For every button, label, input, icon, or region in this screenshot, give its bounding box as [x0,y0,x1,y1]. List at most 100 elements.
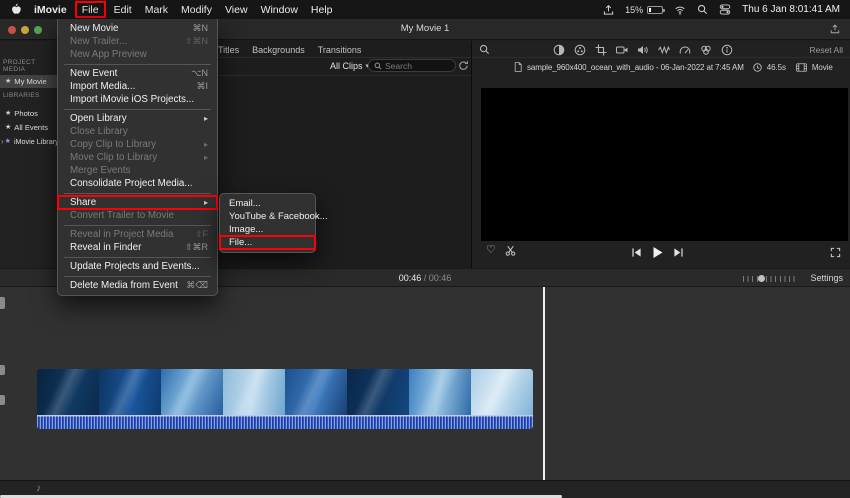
clip-thumbnail [347,369,409,415]
menubar-item-view[interactable]: View [225,4,248,16]
search-box [368,59,456,72]
clip-filter-dropdown[interactable]: All Clips ▾ [330,61,369,71]
menu-item-new-event[interactable]: New Event ⌥N [58,67,217,80]
clip-thumbnail [285,369,347,415]
menu-item-update-projects-and-events[interactable]: Update Projects and Events... [58,260,217,273]
clock-icon [753,62,762,72]
share-submenu: Email... YouTube & Facebook... Image... … [219,193,328,253]
volume-icon[interactable] [637,44,649,56]
color-correction-icon[interactable] [574,44,586,56]
search-input[interactable] [385,60,447,71]
wifi-icon[interactable] [674,5,686,15]
play-icon[interactable] [651,246,664,259]
sidebar-item-imovie-library[interactable]: › ★ iMovie Library [0,135,57,148]
color-balance-icon[interactable] [553,44,565,56]
timeline-video-clip[interactable] [37,369,533,415]
clip-info-row: sample_960x400_ocean_with_audio - 06-Jan… [514,62,833,72]
clip-thumbnail [409,369,471,415]
menu-item-convert-trailer-to-movie: Convert Trailer to Movie [70,210,174,221]
menu-item-new-movie[interactable]: New Movie ⌘N [58,22,217,35]
info-icon[interactable] [721,44,733,56]
menu-item-merge-events: Merge Events [70,165,131,176]
clip-thumbnail [37,369,99,415]
playhead[interactable] [543,287,545,480]
apple-menu-icon[interactable] [10,3,21,16]
filters-icon[interactable] [700,44,712,56]
menu-item-close-library: Close Library [70,126,128,137]
noise-reduction-icon[interactable] [658,44,670,56]
audio-waveform[interactable] [37,415,533,429]
skip-back-icon[interactable] [631,247,642,258]
menu-item-reveal-in-finder[interactable]: Reveal in Finder ⇧⌘R [58,241,217,254]
speed-icon[interactable] [679,44,691,56]
menu-item-import-media[interactable]: Import Media... ⌘I [58,80,217,93]
zoom-viewer-icon[interactable] [479,44,490,55]
menubar-item-mark[interactable]: Mark [145,4,168,16]
horizontal-scrollbar[interactable] [0,495,562,498]
imovie-app-window: iMovie File Edit Mark Modify View Window… [0,0,850,498]
star-icon: ★ [5,110,12,117]
tab-backgrounds[interactable]: Backgrounds [252,45,305,55]
sidebar: PROJECT MEDIA ★ My Movie LIBRARIES ★ Pho… [0,41,57,268]
submenu-item-youtube-facebook[interactable]: YouTube & Facebook... [220,210,328,223]
menu-item-share[interactable]: Share ▸ [57,195,218,210]
menu-item-delete-media-from-event[interactable]: Delete Media from Event ⌘⌫ [58,279,217,292]
menubar-item-imovie[interactable]: iMovie [34,4,67,16]
battery-indicator[interactable]: 15% [625,4,666,15]
submenu-arrow-icon: ▸ [203,153,208,162]
document-icon [514,62,522,72]
submenu-item-email[interactable]: Email... [220,197,315,210]
timeline-settings-button[interactable]: Settings [810,273,843,283]
music-note-icon: ♪ [36,483,41,494]
file-menu-dropdown: New Movie ⌘N New Trailer... ⇧⌘N New App Pr… [57,19,218,296]
favorite-heart-icon[interactable]: ♡ [486,245,496,256]
menu-bar: iMovie File Edit Mark Modify View Window… [0,0,850,19]
menu-item-open-library[interactable]: Open Library ▸ [58,112,217,125]
menubar-status-area: 15% Thu 6 Jan 8:01:41 AM [603,4,840,16]
fullscreen-icon[interactable] [830,247,841,258]
sidebar-item-my-movie[interactable]: ★ My Movie [0,75,57,88]
menu-item-copy-clip-to-library: Copy Clip to Library ▸ [70,139,208,150]
sidebar-section-libraries: LIBRARIES [3,92,40,99]
skip-forward-icon[interactable] [673,247,684,258]
media-kind-label: Movie [811,62,833,72]
crop-icon[interactable] [595,44,607,56]
menubar-item-help[interactable]: Help [311,4,333,16]
upload-status-icon[interactable] [603,4,614,16]
stabilization-icon[interactable] [616,44,628,56]
clip-duration: 46.5s [766,62,786,72]
menu-item-consolidate-project-media[interactable]: Consolidate Project Media... [58,177,217,190]
menu-item-import-ios-projects[interactable]: Import iMovie iOS Projects... [58,93,217,106]
menubar-item-file[interactable]: File [74,1,106,18]
sidebar-item-all-events[interactable]: ★ All Events [0,121,57,134]
reset-all-button[interactable]: Reset All [809,45,843,55]
control-center-icon[interactable] [719,4,731,15]
scissors-icon[interactable] [505,245,516,256]
menu-item-move-clip-to-library: Move Clip to Library ▸ [70,152,208,163]
submenu-item-file[interactable]: File... [219,235,316,250]
tab-titles[interactable]: Titles [218,45,239,55]
menu-item-new-app-preview: New App Preview [70,49,147,60]
menubar-item-edit[interactable]: Edit [114,4,132,16]
zoom-slider-knob[interactable] [758,275,765,282]
tab-transitions[interactable]: Transitions [318,45,362,55]
bottom-bar: ♪ [0,480,850,498]
spotlight-search-icon[interactable] [697,4,708,15]
playback-controls [631,246,684,259]
sidebar-item-photos[interactable]: ★ Photos [0,107,57,120]
refresh-icon[interactable] [458,60,469,71]
video-preview[interactable] [481,88,848,241]
disclosure-triangle-icon[interactable]: › [1,137,4,146]
submenu-arrow-icon: ▸ [203,198,208,207]
viewer-clip-actions: ♡ [486,245,516,256]
menubar-item-window[interactable]: Window [261,4,298,16]
viewer-adjust-toolbar [553,44,733,56]
timeline-zoom-slider[interactable] [743,275,798,282]
menu-item-reveal-in-project-media: Reveal in Project Media ⇧F [70,229,208,240]
share-icon[interactable] [830,23,840,35]
battery-percent: 15% [625,4,644,15]
total-time: 00:46 [428,273,452,283]
submenu-item-image[interactable]: Image... [220,223,315,236]
menubar-item-modify[interactable]: Modify [181,4,212,16]
menubar-clock[interactable]: Thu 6 Jan 8:01:41 AM [742,4,840,15]
